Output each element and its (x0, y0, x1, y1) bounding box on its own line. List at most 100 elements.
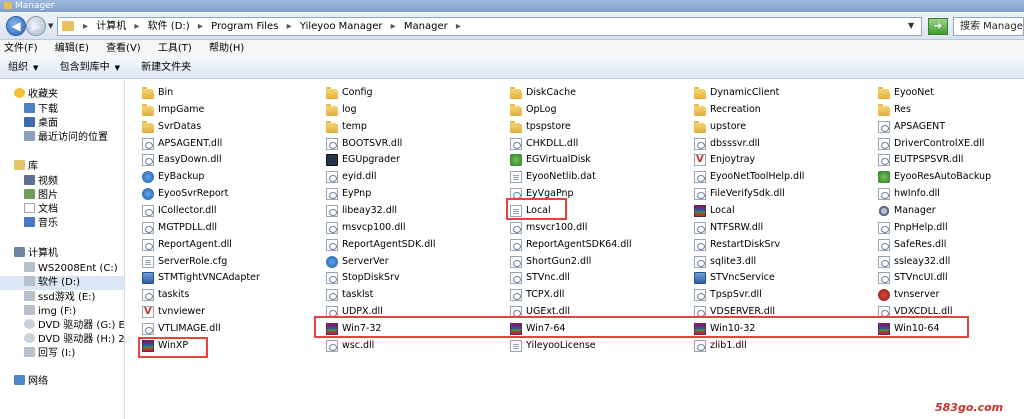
file-item[interactable]: Win7-32 (326, 321, 504, 337)
file-item[interactable]: TCPX.dll (510, 287, 688, 303)
file-item[interactable]: CHKDLL.dll (510, 136, 688, 152)
file-item[interactable]: EyPnp (326, 186, 504, 202)
chevron-right-icon[interactable]: ▸ (83, 21, 88, 32)
breadcrumb-manager[interactable]: Manager (404, 21, 448, 32)
file-item[interactable]: FileVerifySdk.dll (694, 186, 872, 202)
nav-drive-i[interactable]: 回写 (I:) (24, 347, 75, 361)
menu-tools[interactable]: 工具(T) (158, 43, 192, 54)
file-item[interactable]: log (326, 102, 504, 118)
breadcrumb-drive-d[interactable]: 软件 (D:) (148, 21, 190, 32)
file-item[interactable]: EyooNetlib.dat (510, 169, 688, 185)
menu-view[interactable]: 查看(V) (106, 43, 141, 54)
chevron-right-icon[interactable]: ▸ (134, 21, 139, 32)
nav-videos[interactable]: 视频 (24, 175, 58, 189)
file-item[interactable]: WinXP (142, 338, 320, 354)
new-folder-button[interactable]: 新建文件夹 (141, 62, 191, 73)
file-item[interactable]: SvrDatas (142, 119, 320, 135)
file-item[interactable]: STVnc.dll (510, 270, 688, 286)
file-item[interactable]: EyooNet (878, 85, 1024, 101)
nav-documents[interactable]: 文档 (24, 203, 58, 217)
nav-drive-g[interactable]: DVD 驱动器 (G:) EA (24, 319, 124, 333)
menu-help[interactable]: 帮助(H) (209, 43, 244, 54)
file-item[interactable]: ssleay32.dll (878, 254, 1024, 270)
file-item[interactable]: hwInfo.dll (878, 186, 1024, 202)
chevron-right-icon[interactable]: ▸ (456, 21, 461, 32)
include-in-library-button[interactable]: 包含到库中 ▼ (60, 62, 120, 73)
search-input[interactable]: 搜索 Manager (953, 17, 1024, 36)
file-item[interactable]: tvnserver (878, 287, 1024, 303)
file-item[interactable]: VDSERVER.dll (694, 304, 872, 320)
file-item[interactable]: PnpHelp.dll (878, 220, 1024, 236)
file-item[interactable]: tasklst (326, 287, 504, 303)
file-item[interactable]: BOOTSVR.dll (326, 136, 504, 152)
menu-file[interactable]: 文件(F) (4, 43, 38, 54)
file-item[interactable]: Enjoytray (694, 152, 872, 168)
nav-favorites[interactable]: 收藏夹 (14, 88, 58, 102)
file-item[interactable]: EyBackup (142, 169, 320, 185)
file-item[interactable]: STMTightVNCAdapter (142, 270, 320, 286)
forward-button[interactable]: ▶ (26, 16, 46, 36)
file-item[interactable]: ICollector.dll (142, 203, 320, 219)
file-list[interactable]: Bin Config DiskCache DynamicClient EyooNet Im… (126, 80, 1024, 419)
file-item[interactable]: msvcp100.dll (326, 220, 504, 236)
file-item[interactable]: Local (510, 203, 688, 219)
nav-recent-places[interactable]: 最近访问的位置 (24, 131, 108, 145)
file-item[interactable]: EyVgaPnp (510, 186, 688, 202)
file-item[interactable]: msvcr100.dll (510, 220, 688, 236)
nav-network[interactable]: 网络 (14, 375, 48, 389)
file-item[interactable]: ReportAgentSDK.dll (326, 237, 504, 253)
file-item[interactable]: Win7-64 (510, 321, 688, 337)
nav-music[interactable]: 音乐 (24, 217, 58, 231)
file-item[interactable]: UGExt.dll (510, 304, 688, 320)
breadcrumb-program-files[interactable]: Program Files (211, 21, 278, 32)
file-item[interactable]: tpspstore (510, 119, 688, 135)
breadcrumb-computer[interactable]: 计算机 (96, 21, 126, 32)
file-item[interactable]: EUTPSPSVR.dll (878, 152, 1024, 168)
file-item[interactable]: eyid.dll (326, 169, 504, 185)
breadcrumb-yileyoo-manager[interactable]: Yileyoo Manager (300, 21, 383, 32)
file-item[interactable]: zlib1.dll (694, 338, 872, 354)
file-item[interactable]: OpLog (510, 102, 688, 118)
menu-edit[interactable]: 编辑(E) (55, 43, 89, 54)
file-item[interactable]: ReportAgentSDK64.dll (510, 237, 688, 253)
file-item[interactable]: ImpGame (142, 102, 320, 118)
file-item[interactable]: ServerVer (326, 254, 504, 270)
file-item[interactable]: EGVirtualDisk (510, 152, 688, 168)
file-item[interactable]: STVncService (694, 270, 872, 286)
nav-drive-f[interactable]: img (F:) (24, 305, 76, 319)
nav-drive-d[interactable]: 软件 (D:) (0, 276, 124, 290)
file-item[interactable]: Bin (142, 85, 320, 101)
file-item[interactable]: dbsssvr.dll (694, 136, 872, 152)
refresh-button[interactable]: ➔ (928, 18, 948, 35)
file-item[interactable]: ServerRole.cfg (142, 254, 320, 270)
file-item[interactable]: ReportAgent.dll (142, 237, 320, 253)
file-item[interactable]: DriverControlXE.dll (878, 136, 1024, 152)
chevron-right-icon[interactable]: ▸ (287, 21, 292, 32)
file-item[interactable]: Res (878, 102, 1024, 118)
file-item[interactable]: RestartDiskSrv (694, 237, 872, 253)
nav-pictures[interactable]: 图片 (24, 189, 58, 203)
nav-drive-h[interactable]: DVD 驱动器 (H:) 2C (24, 333, 124, 347)
file-item[interactable]: VTLIMAGE.dll (142, 321, 320, 337)
file-item[interactable]: StopDiskSrv (326, 270, 504, 286)
file-item[interactable]: EasyDown.dll (142, 152, 320, 168)
file-item[interactable]: APSAGENT.dll (142, 136, 320, 152)
file-item[interactable]: Config (326, 85, 504, 101)
file-item[interactable]: wsc.dll (326, 338, 504, 354)
file-item[interactable]: EyooResAutoBackup (878, 169, 1024, 185)
file-item[interactable]: APSAGENT (878, 119, 1024, 135)
nav-desktop[interactable]: 桌面 (24, 117, 58, 131)
file-item[interactable]: Recreation (694, 102, 872, 118)
window-title-bar[interactable]: Manager (0, 0, 1024, 12)
back-button[interactable]: ◀ (6, 16, 26, 36)
file-item[interactable]: SafeRes.dll (878, 237, 1024, 253)
address-input[interactable]: ▸ 计算机 ▸ 软件 (D:) ▸ Program Files ▸ Yileyo… (57, 17, 922, 36)
nav-drive-c[interactable]: WS2008Ent (C:) (24, 262, 118, 276)
file-item[interactable]: NTFSRW.dll (694, 220, 872, 236)
file-item[interactable]: MGTPDLL.dll (142, 220, 320, 236)
file-item[interactable]: YileyooLicense (510, 338, 688, 354)
file-item[interactable]: Win10-64 (878, 321, 1024, 337)
file-item[interactable]: TpspSvr.dll (694, 287, 872, 303)
file-item[interactable]: Local (694, 203, 872, 219)
address-history-dropdown[interactable]: ▼ (908, 17, 914, 34)
